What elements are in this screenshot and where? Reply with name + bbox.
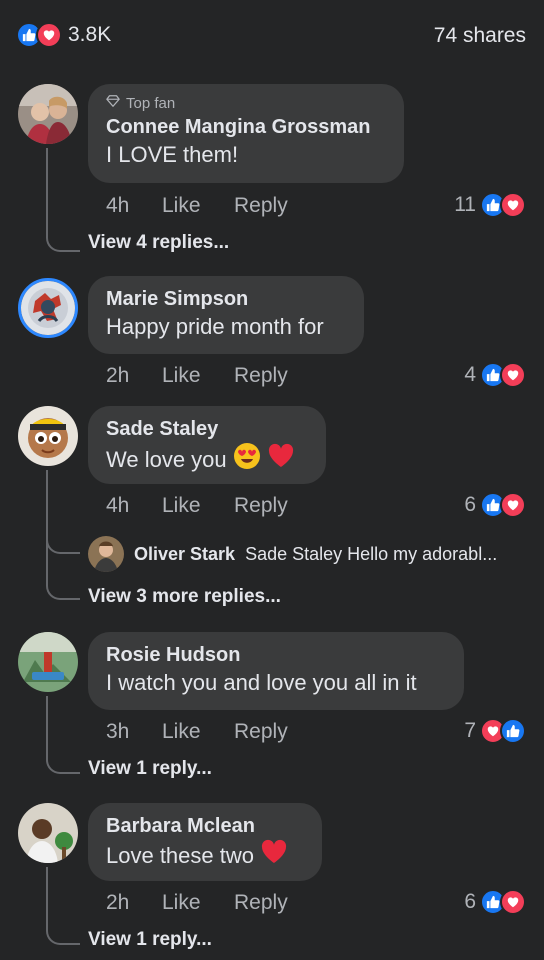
view-replies-link[interactable]: View 3 more replies... — [88, 586, 281, 608]
comment-author[interactable]: Sade Staley — [106, 416, 308, 442]
comment-reactions[interactable]: 6 — [464, 889, 526, 915]
comment-reactions[interactable]: 6 — [464, 492, 526, 518]
view-replies-link[interactable]: View 1 reply... — [88, 758, 212, 780]
comment-text: We love you — [106, 442, 308, 478]
comment-reactions[interactable]: 7 — [464, 718, 526, 744]
reply-button[interactable]: Reply — [234, 891, 288, 915]
comment-bubble[interactable]: Sade Staley We love you — [88, 406, 326, 484]
love-reaction-icon — [500, 889, 526, 915]
reply-button[interactable]: Reply — [234, 194, 288, 218]
reply-author[interactable]: Oliver Stark — [134, 544, 235, 565]
top-fan-badge: Top fan — [106, 94, 386, 112]
comment-bubble[interactable]: Rosie Hudson I watch you and love you al… — [88, 632, 464, 710]
comment-actions: 2h Like Reply — [106, 364, 288, 388]
like-button[interactable]: Like — [162, 194, 234, 218]
comment-actions: 3h Like Reply — [106, 720, 288, 744]
reply-preview[interactable]: Oliver Stark Sade Staley Hello my adorab… — [88, 536, 497, 572]
comment-reactions[interactable]: 4 — [464, 362, 526, 388]
avatar[interactable] — [18, 278, 78, 338]
comment-timestamp[interactable]: 3h — [106, 720, 162, 744]
post-stats-bar: 3.8K 74 shares — [0, 0, 544, 70]
comment-text: Love these two — [106, 839, 304, 873]
reply-button[interactable]: Reply — [234, 364, 288, 388]
love-reaction-icon — [500, 492, 526, 518]
red-heart-emoji-icon — [260, 839, 288, 873]
love-reaction-icon — [500, 192, 526, 218]
avatar[interactable] — [18, 406, 78, 466]
reply-button[interactable]: Reply — [234, 494, 288, 518]
comment-timestamp[interactable]: 2h — [106, 891, 162, 915]
avatar[interactable] — [88, 536, 124, 572]
reply-thread-line — [46, 696, 80, 774]
comment-text: I watch you and love you all in it — [106, 670, 417, 695]
avatar[interactable] — [18, 84, 78, 144]
comment-author[interactable]: Marie Simpson — [106, 286, 346, 312]
reaction-count: 3.8K — [68, 23, 112, 46]
comment-timestamp[interactable]: 4h — [106, 494, 162, 518]
like-button[interactable]: Like — [162, 494, 234, 518]
reply-thread-line — [46, 148, 80, 252]
comment-author[interactable]: Barbara Mclean — [106, 813, 304, 839]
heart-eyes-emoji-icon — [233, 442, 261, 478]
like-button[interactable]: Like — [162, 364, 234, 388]
avatar[interactable] — [18, 632, 78, 692]
view-replies-link[interactable]: View 4 replies... — [88, 232, 229, 254]
comment-timestamp[interactable]: 2h — [106, 364, 162, 388]
view-replies-link[interactable]: View 1 reply... — [88, 929, 212, 951]
love-reaction-icon — [500, 362, 526, 388]
shares-count[interactable]: 74 shares — [434, 24, 526, 48]
comment-actions: 4h Like Reply — [106, 494, 288, 518]
comment-actions: 2h Like Reply — [106, 891, 288, 915]
like-button[interactable]: Like — [162, 720, 234, 744]
comment-bubble[interactable]: Marie Simpson Happy pride month for — [88, 276, 364, 354]
comment-bubble[interactable]: Top fan Connee Mangina Grossman I LOVE t… — [88, 84, 404, 183]
comment-timestamp[interactable]: 4h — [106, 194, 162, 218]
reply-button[interactable]: Reply — [234, 720, 288, 744]
like-reaction-icon — [500, 718, 526, 744]
comment-text: Happy pride month for — [106, 314, 324, 339]
reply-thread-line — [46, 470, 80, 600]
comment-author[interactable]: Connee Mangina Grossman — [106, 114, 386, 140]
diamond-icon — [106, 94, 120, 112]
love-reaction-icon — [36, 22, 62, 48]
comment-author[interactable]: Rosie Hudson — [106, 642, 446, 668]
reply-thread-line — [46, 867, 80, 945]
reply-text: Sade Staley Hello my adorabl... — [245, 543, 498, 564]
reactions-summary[interactable]: 3.8K — [16, 22, 111, 48]
red-heart-emoji-icon — [267, 443, 295, 477]
comment-actions: 4h Like Reply — [106, 194, 288, 218]
comment-reactions[interactable]: 11 — [454, 192, 526, 218]
comment-text: I LOVE them! — [106, 142, 239, 167]
comment-bubble[interactable]: Barbara Mclean Love these two — [88, 803, 322, 881]
avatar[interactable] — [18, 803, 78, 863]
like-button[interactable]: Like — [162, 891, 234, 915]
